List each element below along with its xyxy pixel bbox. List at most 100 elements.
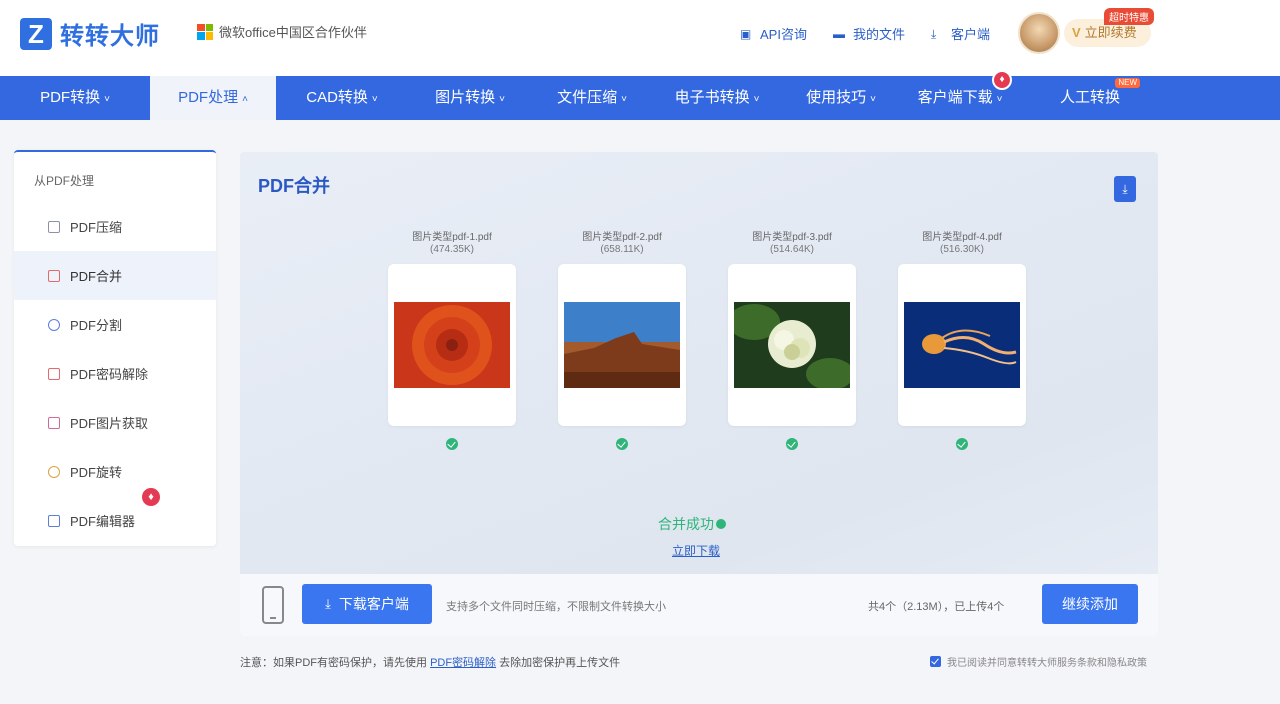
sidebar-item-split[interactable]: PDF分割 — [14, 300, 216, 349]
file-item[interactable]: 图片类型pdf-2.pdf (658.11K) — [558, 232, 686, 450]
nav-label: 客户端下载 — [917, 89, 993, 106]
merge-icon — [48, 269, 60, 282]
nav-ebook-convert[interactable]: 电子书转换 ˅ — [652, 76, 782, 120]
editor-icon — [48, 514, 60, 527]
success-check-icon — [616, 438, 628, 450]
nav-manual-convert[interactable]: 人工转换 NEW — [1020, 76, 1160, 120]
sidebar-item-merge[interactable]: PDF合并 — [14, 251, 216, 300]
file-name: 图片类型pdf-4.pdf — [922, 232, 1002, 243]
chevron-down-icon: ˅ — [753, 94, 760, 105]
sidebar-item-compress[interactable]: PDF压缩 — [14, 202, 216, 251]
hot-icon: ♦ — [992, 70, 1012, 90]
agree-checkbox[interactable] — [930, 656, 941, 667]
sidebar-item-label: PDF旋转 — [70, 465, 123, 480]
file-card[interactable] — [728, 264, 856, 426]
chevron-down-icon: ˅ — [870, 94, 876, 105]
sidebar-item-label: PDF分割 — [70, 318, 123, 333]
file-size: (516.30K) — [940, 244, 984, 255]
compress-icon — [48, 220, 60, 233]
microsoft-logo-icon — [197, 23, 213, 40]
file-card[interactable] — [388, 264, 516, 426]
folder-icon: ▬ — [832, 26, 845, 41]
nav-label: PDF转换 — [40, 89, 101, 106]
partner-label: 微软office中国区合作伙伴 — [197, 22, 367, 41]
nav-pdf-process[interactable]: PDF处理 ˄ — [150, 76, 276, 120]
download-client-button[interactable]: ⤓ 下载客户端 — [302, 584, 432, 624]
file-item[interactable]: 图片类型pdf-4.pdf (516.30K) — [898, 232, 1026, 450]
rotate-icon — [48, 465, 60, 478]
api-consult-link[interactable]: ▣ API咨询 — [740, 24, 807, 43]
chevron-down-icon: ˅ — [621, 94, 627, 105]
sidebar-item-label: PDF合并 — [70, 269, 123, 284]
nav-label: 文件压缩 — [557, 89, 618, 106]
nav-cad-convert[interactable]: CAD转换 ˅ — [276, 76, 408, 120]
my-files-link[interactable]: ▬ 我的文件 — [833, 24, 905, 43]
nav-client-download[interactable]: 客户端下载 ˅ ♦ — [900, 70, 1020, 120]
sidebar-list: PDF压缩 PDF合并 PDF分割 PDF密码解除 PDF图片获取 PDF旋转 … — [14, 202, 216, 545]
file-item[interactable]: 图片类型pdf-3.pdf (514.64K) — [728, 232, 856, 450]
sidebar-item-label: PDF压缩 — [70, 220, 123, 235]
note-prefix: 注意：如果PDF有密码保护，请先使用 — [240, 657, 427, 669]
file-item[interactable]: 图片类型pdf-1.pdf (474.35K) — [388, 232, 516, 450]
footer-note: 注意：如果PDF有密码保护，请先使用 PDF密码解除 去除加密保护再上传文件 — [240, 654, 620, 670]
success-check-icon — [446, 438, 458, 450]
file-size: (474.35K) — [430, 244, 474, 255]
file-name: 图片类型pdf-1.pdf — [412, 232, 492, 243]
chevron-down-icon: ˅ — [996, 94, 1003, 105]
agree-text: 我已阅读并同意转转大师服务条款和隐私政策 — [947, 658, 1147, 669]
client-link[interactable]: ⤓ 客户端 — [931, 24, 990, 43]
success-check-icon — [786, 438, 798, 450]
logo[interactable]: Z 转转大师 — [20, 16, 160, 51]
note-suffix: 去除加密保护再上传文件 — [499, 657, 621, 669]
download-icon[interactable]: ⤓ — [1114, 176, 1136, 202]
phone-icon — [262, 586, 284, 624]
top-links: ▣ API咨询 ▬ 我的文件 ⤓ 客户端 — [740, 24, 1016, 43]
sidebar-item-label: PDF编辑器 — [70, 514, 136, 529]
add-more-button[interactable]: 继续添加 — [1042, 584, 1138, 624]
sidebar-item-unlock[interactable]: PDF密码解除 — [14, 349, 216, 398]
file-count-text: 共4个（2.13M），已上传4个 — [868, 601, 1005, 613]
download-now-link[interactable]: 立即下载 — [672, 542, 720, 559]
sidebar-item-rotate[interactable]: PDF旋转 — [14, 447, 216, 496]
nav-image-convert[interactable]: 图片转换 ˅ — [408, 76, 532, 120]
nav-label: CAD转换 — [306, 89, 368, 106]
logo-mark: Z — [20, 17, 52, 50]
vip-icon: V — [1072, 25, 1081, 40]
file-thumbnail — [564, 302, 680, 388]
avatar[interactable] — [1018, 12, 1060, 54]
download-client-label: 下载客户端 — [338, 596, 409, 612]
file-card[interactable] — [898, 264, 1026, 426]
nav-label: 人工转换 — [1059, 89, 1120, 106]
sidebar-item-extract-images[interactable]: PDF图片获取 — [14, 398, 216, 447]
nav-file-compress[interactable]: 文件压缩 ˅ — [532, 76, 652, 120]
nav-label: PDF处理 — [178, 89, 239, 106]
hot-icon: ♦ — [140, 486, 162, 508]
nav-label: 电子书转换 — [674, 89, 750, 106]
sidebar: 从PDF处理 PDF压缩 PDF合并 PDF分割 PDF密码解除 PDF图片获取… — [14, 150, 216, 546]
header: Z 转转大师 微软office中国区合作伙伴 ▣ API咨询 ▬ 我的文件 ⤓ … — [0, 0, 1280, 76]
file-name: 图片类型pdf-2.pdf — [582, 232, 662, 243]
sidebar-item-label: PDF图片获取 — [70, 416, 149, 431]
nav-label: 使用技巧 — [806, 89, 867, 106]
file-name: 图片类型pdf-3.pdf — [752, 232, 832, 243]
page-title: PDF合并 — [258, 176, 330, 196]
download-icon: ⤓ — [325, 596, 331, 611]
chevron-down-icon: ˅ — [371, 94, 378, 105]
sidebar-item-editor[interactable]: PDF编辑器 ♦ — [14, 486, 216, 545]
file-size: (658.11K) — [600, 244, 644, 255]
merge-panel: PDF合并 ⤓ 图片类型pdf-1.pdf (474.35K) 图片类型pdf-… — [240, 152, 1158, 636]
nav-pdf-convert[interactable]: PDF转换 ˅ — [0, 76, 150, 120]
file-list: 图片类型pdf-1.pdf (474.35K) 图片类型pdf-2.pdf (6… — [388, 232, 1028, 462]
support-text: 支持多个文件同时压缩，不限制文件转换大小 — [446, 601, 666, 613]
nav-tips[interactable]: 使用技巧 ˅ — [782, 76, 900, 120]
lock-icon — [48, 367, 60, 380]
action-bar: ⤓ 下载客户端 支持多个文件同时压缩，不限制文件转换大小 共4个（2.13M），… — [240, 574, 1158, 636]
unlock-pdf-link[interactable]: PDF密码解除 — [430, 657, 496, 669]
my-files-label: 我的文件 — [852, 27, 905, 42]
chevron-down-icon: ˅ — [104, 94, 110, 105]
merge-success-message: 合并成功 — [658, 514, 726, 534]
success-check-icon — [956, 438, 968, 450]
file-card[interactable] — [558, 264, 686, 426]
terms-agreement[interactable]: 我已阅读并同意转转大师服务条款和隐私政策 — [930, 654, 1147, 669]
sidebar-item-label: PDF密码解除 — [70, 367, 149, 382]
